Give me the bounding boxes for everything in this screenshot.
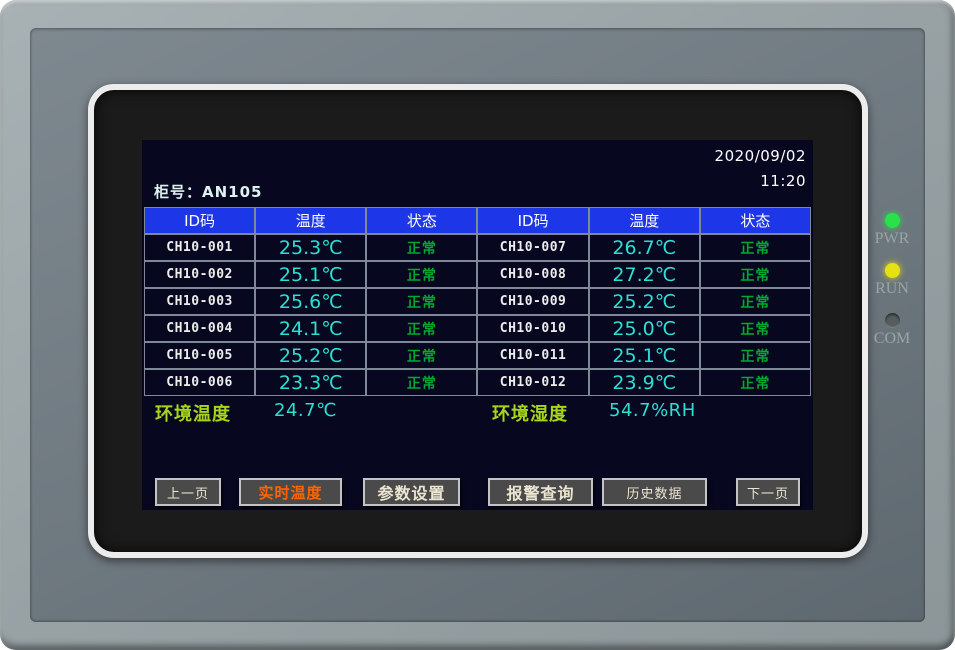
table-cell-id: CH10-007 xyxy=(478,235,587,260)
table-cell-status: 正常 xyxy=(701,235,810,260)
pwr-led-label: PWR xyxy=(872,230,912,248)
table-cell-status: 正常 xyxy=(367,289,476,314)
time-text: 11:20 xyxy=(715,169,806,194)
next-page-button[interactable]: 下一页 xyxy=(736,478,800,506)
table-cell-status: 正常 xyxy=(367,343,476,368)
table-cell-id: CH10-001 xyxy=(145,235,254,260)
pwr-led-icon xyxy=(885,213,900,228)
ambient-readings: 环境温度 24.7℃ 环境湿度 54.7%RH xyxy=(142,400,813,428)
table-header-temperature: 温度 xyxy=(590,208,699,233)
ambient-humidity-value: 54.7%RH xyxy=(609,400,696,421)
table-cell-temperature: 25.1℃ xyxy=(590,343,699,368)
ambient-temperature-label: 环境温度 xyxy=(155,400,231,426)
table-cell-status: 正常 xyxy=(701,262,810,287)
ambient-humidity-label: 环境湿度 xyxy=(492,400,568,426)
run-led-label: RUN xyxy=(872,280,912,298)
run-led-block: RUN xyxy=(872,263,912,298)
ambient-temperature-value: 24.7℃ xyxy=(274,400,337,421)
table-cell-status: 正常 xyxy=(367,316,476,341)
table-cell-temperature: 23.3℃ xyxy=(256,370,365,395)
lcd-screen: 2020/09/02 11:20 柜号：AN105 ID码 温度 状态 ID码 … xyxy=(142,140,813,510)
table-cell-status: 正常 xyxy=(701,316,810,341)
hmi-device-frame: 2020/09/02 11:20 柜号：AN105 ID码 温度 状态 ID码 … xyxy=(0,0,955,650)
alarm-query-button[interactable]: 报警查询 xyxy=(488,478,593,506)
realtime-temperature-button[interactable]: 实时温度 xyxy=(239,478,342,506)
com-led-icon xyxy=(885,313,900,328)
table-cell-temperature: 25.6℃ xyxy=(256,289,365,314)
table-cell-id: CH10-011 xyxy=(478,343,587,368)
table-cell-id: CH10-005 xyxy=(145,343,254,368)
date-text: 2020/09/02 xyxy=(715,144,806,169)
table-header-temperature: 温度 xyxy=(256,208,365,233)
table-header-status: 状态 xyxy=(701,208,810,233)
table-cell-id: CH10-010 xyxy=(478,316,587,341)
table-cell-id: CH10-006 xyxy=(145,370,254,395)
table-cell-temperature: 25.0℃ xyxy=(590,316,699,341)
table-cell-status: 正常 xyxy=(367,262,476,287)
table-cell-temperature: 25.2℃ xyxy=(590,289,699,314)
table-cell-temperature: 25.3℃ xyxy=(256,235,365,260)
table-cell-id: CH10-012 xyxy=(478,370,587,395)
table-cell-id: CH10-004 xyxy=(145,316,254,341)
datetime-display: 2020/09/02 11:20 xyxy=(715,144,806,194)
table-cell-temperature: 24.1℃ xyxy=(256,316,365,341)
cabinet-label: 柜号：AN105 xyxy=(154,181,262,202)
table-cell-temperature: 25.1℃ xyxy=(256,262,365,287)
com-led-block: COM xyxy=(872,313,912,348)
table-cell-status: 正常 xyxy=(701,343,810,368)
history-data-button[interactable]: 历史数据 xyxy=(602,478,707,506)
table-header-id: ID码 xyxy=(145,208,254,233)
table-header-id: ID码 xyxy=(478,208,587,233)
run-led-icon xyxy=(885,263,900,278)
table-cell-id: CH10-009 xyxy=(478,289,587,314)
table-cell-id: CH10-008 xyxy=(478,262,587,287)
table-cell-temperature: 27.2℃ xyxy=(590,262,699,287)
table-cell-status: 正常 xyxy=(367,235,476,260)
table-cell-status: 正常 xyxy=(367,370,476,395)
pwr-led-block: PWR xyxy=(872,213,912,248)
table-header-status: 状态 xyxy=(367,208,476,233)
parameter-settings-button[interactable]: 参数设置 xyxy=(363,478,460,506)
status-led-panel: PWR RUN COM xyxy=(872,213,912,363)
table-cell-id: CH10-002 xyxy=(145,262,254,287)
table-cell-status: 正常 xyxy=(701,289,810,314)
com-led-label: COM xyxy=(872,330,912,348)
table-cell-status: 正常 xyxy=(701,370,810,395)
table-cell-temperature: 26.7℃ xyxy=(590,235,699,260)
table-cell-temperature: 23.9℃ xyxy=(590,370,699,395)
prev-page-button[interactable]: 上一页 xyxy=(155,478,221,506)
table-cell-id: CH10-003 xyxy=(145,289,254,314)
channel-table: ID码 温度 状态 ID码 温度 状态 CH10-001 25.3℃ 正常 CH… xyxy=(144,207,811,396)
table-cell-temperature: 25.2℃ xyxy=(256,343,365,368)
